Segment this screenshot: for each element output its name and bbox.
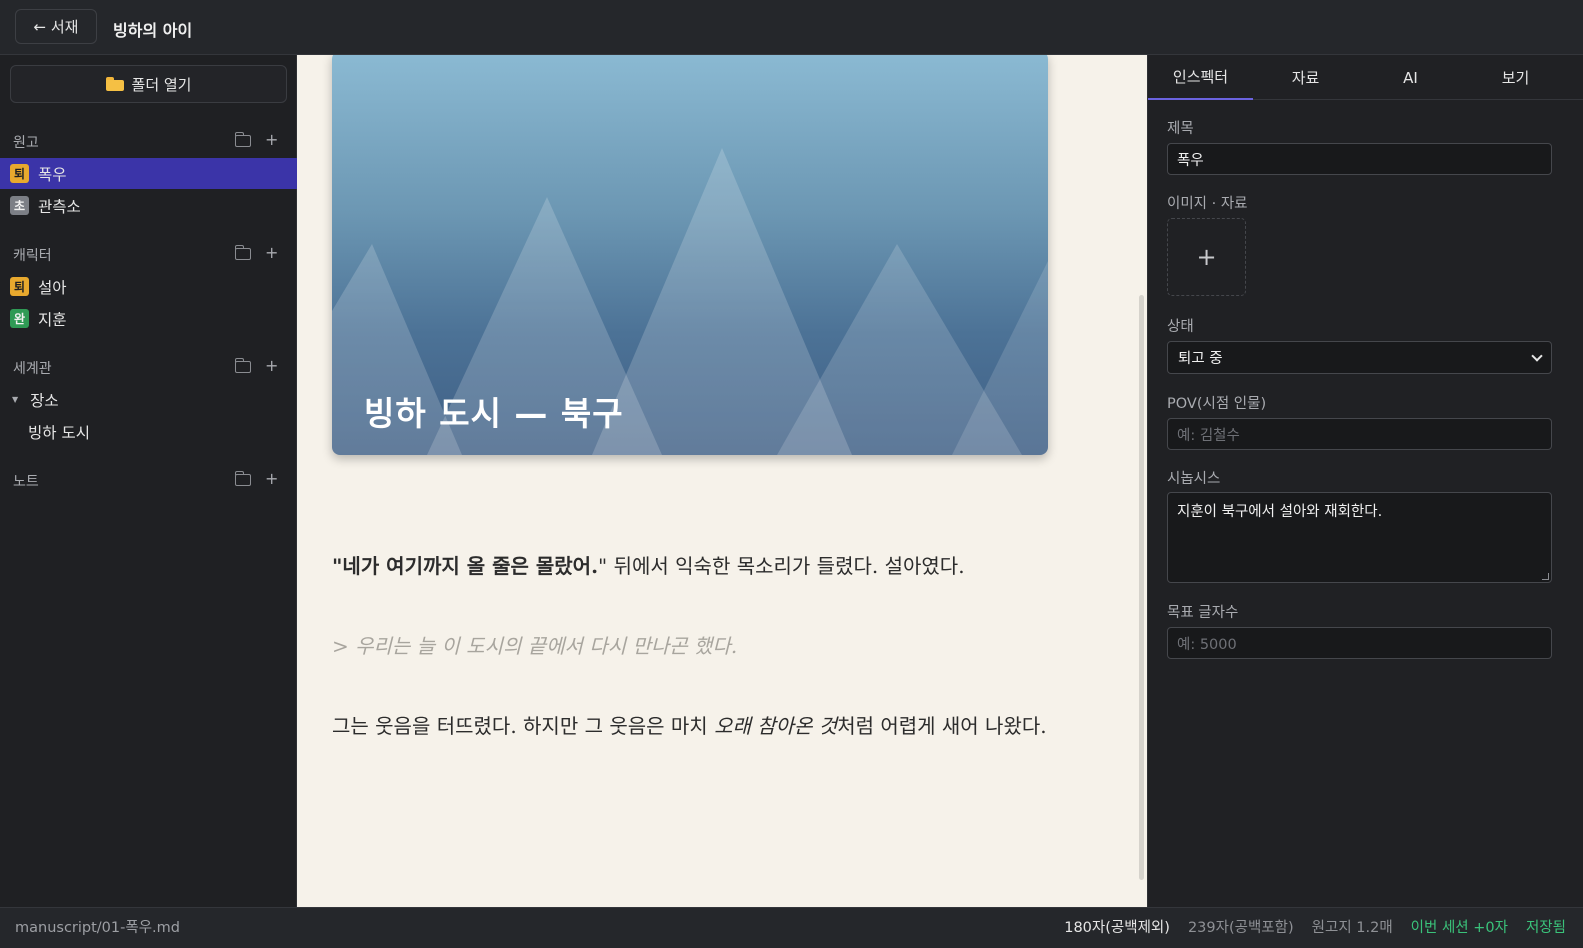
pov-input[interactable]: 예: 김철수 (1167, 418, 1552, 450)
status-badge: 완 (10, 309, 29, 328)
resize-handle-icon[interactable] (1542, 573, 1549, 580)
section-title: 캐릭터 (13, 248, 52, 264)
add-item-icon[interactable]: + (265, 469, 278, 488)
sidebar-item-설아[interactable]: 퇴 설아 (0, 271, 297, 302)
synopsis-textarea[interactable]: 지훈이 북구에서 설아와 재회한다. (1167, 492, 1552, 583)
folder-icon (105, 77, 124, 91)
status-select[interactable]: 퇴고 중 (1167, 341, 1552, 374)
sidebar-item-폭우[interactable]: 퇴 폭우 (0, 158, 297, 189)
saved-indicator: 저장됨 (1525, 920, 1566, 936)
add-item-icon[interactable]: + (265, 243, 278, 262)
italic-text: 오래 참아온 것 (714, 714, 838, 738)
chevron-down-icon (1531, 349, 1543, 362)
quote-mark: " (332, 554, 343, 578)
paragraph-text: " 뒤에서 익숙한 목소리가 들렸다. 설아였다. (598, 554, 965, 578)
session-count: 이번 세션 +0자 (1410, 920, 1508, 936)
status-badge: 퇴 (10, 164, 29, 183)
sidebar-item-지훈[interactable]: 완 지훈 (0, 303, 297, 334)
top-bar: ← 서재 빙하의 아이 (0, 0, 1583, 55)
paragraph-text: 그는 웃음을 터뜨렸다. 하지만 그 웃음은 마치 (332, 714, 715, 738)
panel-tabs: 인스펙터 자료 AI 보기 (1148, 55, 1583, 100)
section-title: 원고 (13, 135, 39, 151)
synopsis-text: 지훈이 북구에서 설아와 재회한다. (1177, 504, 1383, 520)
title-input[interactable]: 폭우 (1167, 143, 1552, 175)
synopsis-label: 시놉시스 (1167, 471, 1221, 487)
sidebar: 폴더 열기 원고 + 퇴 폭우 초 관측소 캐릭터 + 퇴 설아 완 지훈 세계… (0, 55, 297, 907)
book-title: 빙하의 아이 (113, 21, 193, 40)
char-count-with-space: 239자(공백포함) (1187, 920, 1294, 936)
title-label: 제목 (1167, 121, 1194, 137)
tree-folder-장소[interactable]: ▼ 장소 (0, 384, 297, 415)
caret-down-icon[interactable]: ▼ (12, 395, 18, 404)
sidebar-item-label: 폭우 (38, 165, 67, 184)
target-length-label: 목표 글자수 (1167, 605, 1239, 621)
tree-folder-label: 장소 (30, 391, 59, 410)
status-metrics: 180자(공백제외) 239자(공백포함) 원고지 1.2매 이번 세션 +0자… (1064, 916, 1566, 937)
new-folder-icon[interactable] (235, 245, 251, 260)
sidebar-item-빙하-도시[interactable]: 빙하 도시 (0, 416, 297, 447)
new-folder-icon[interactable] (235, 471, 251, 486)
new-folder-icon[interactable] (235, 358, 251, 373)
add-image-button[interactable]: + (1167, 218, 1246, 296)
sidebar-item-label: 설아 (38, 278, 67, 297)
status-label: 상태 (1167, 319, 1194, 335)
blockquote[interactable]: > 우리는 늘 이 도시의 끝에서 다시 만나곤 했다. (332, 627, 1102, 666)
sidebar-item-label: 관측소 (38, 197, 81, 216)
section-notes: 노트 + (0, 468, 297, 492)
editor-scrollbar[interactable] (1139, 295, 1144, 880)
hero-image: 빙하 도시 — 북구 (332, 55, 1048, 455)
paragraph-2[interactable]: 그는 웃음을 터뜨렸다. 하지만 그 웃음은 마치 오래 참아온 것처럼 어렵게… (332, 707, 1102, 746)
section-title: 세계관 (13, 361, 52, 377)
pov-label: POV(시점 인물) (1167, 396, 1267, 412)
char-count-no-space: 180자(공백제외) (1064, 920, 1170, 936)
target-length-input[interactable]: 예: 5000 (1167, 627, 1552, 659)
file-path: manuscript/01-폭우.md (15, 920, 180, 936)
section-title: 노트 (13, 474, 39, 490)
sidebar-item-label: 지훈 (38, 310, 67, 329)
tab-view[interactable]: 보기 (1463, 55, 1568, 100)
add-item-icon[interactable]: + (265, 130, 278, 149)
tab-resources[interactable]: 자료 (1253, 55, 1358, 100)
new-folder-icon[interactable] (235, 132, 251, 147)
sidebar-item-관측소[interactable]: 초 관측소 (0, 190, 297, 221)
status-badge: 퇴 (10, 277, 29, 296)
status-bar: manuscript/01-폭우.md 180자(공백제외) 239자(공백포함… (0, 907, 1583, 948)
inspector-panel: 인스펙터 자료 AI 보기 제목 폭우 이미지 · 자료 + 상태 퇴고 중 P… (1147, 55, 1583, 907)
back-to-library-button[interactable]: ← 서재 (15, 9, 97, 44)
status-badge: 초 (10, 196, 29, 215)
editor[interactable]: 빙하 도시 — 북구 "네가 여기까지 올 줄은 몰랐어." 뒤에서 익숙한 목… (297, 55, 1147, 907)
manuscript-page-count: 원고지 1.2매 (1311, 920, 1393, 936)
plus-icon: + (1196, 243, 1217, 271)
status-select-value: 퇴고 중 (1178, 351, 1223, 367)
section-worldbuilding: 세계관 + (0, 355, 297, 379)
open-folder-button[interactable]: 폴더 열기 (10, 65, 287, 103)
hero-title: 빙하 도시 — 북구 (364, 394, 624, 433)
images-label: 이미지 · 자료 (1167, 196, 1248, 212)
open-folder-label: 폴더 열기 (131, 75, 192, 94)
bold-dialogue: 네가 여기까지 올 줄은 몰랐어. (342, 554, 599, 578)
paragraph-1[interactable]: "네가 여기까지 올 줄은 몰랐어." 뒤에서 익숙한 목소리가 들렸다. 설아… (332, 547, 1102, 586)
tab-ai[interactable]: AI (1358, 55, 1463, 100)
section-characters: 캐릭터 + (0, 242, 297, 266)
section-manuscript: 원고 + (0, 129, 297, 153)
sidebar-item-label: 빙하 도시 (28, 423, 90, 442)
paragraph-text: 처럼 어렵게 새어 나왔다. (837, 714, 1047, 738)
add-item-icon[interactable]: + (265, 356, 278, 375)
tab-inspector[interactable]: 인스펙터 (1148, 55, 1253, 100)
